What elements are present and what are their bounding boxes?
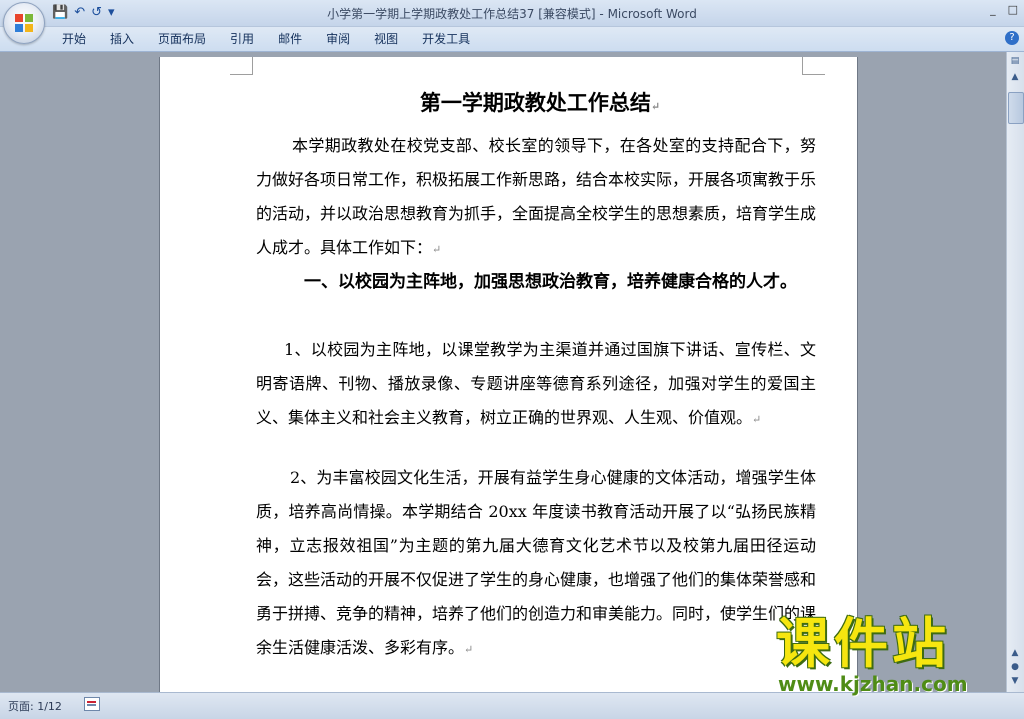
tab-mailings[interactable]: 邮件 bbox=[266, 31, 314, 47]
tab-view[interactable]: 视图 bbox=[362, 31, 410, 47]
paragraph-intro: 本学期政教处在校党支部、校长室的领导下，在各处室的支持配合下，努力做好各项日常工… bbox=[256, 136, 817, 257]
tab-insert[interactable]: 插入 bbox=[98, 31, 146, 47]
vertical-scrollbar[interactable]: ▤ ▲ ▲ ● ▼ bbox=[1006, 52, 1024, 692]
status-bar: 页面: 1/12 bbox=[0, 692, 1024, 719]
prev-page-icon[interactable]: ▲ bbox=[1008, 646, 1022, 660]
document-title: 第一学期政教处工作总结↵ bbox=[419, 90, 661, 115]
watermark: 课件站 www.kjzhan.com bbox=[776, 612, 1006, 697]
watermark-url: www.kjzhan.com bbox=[778, 672, 968, 696]
window-controls: _ □ bbox=[990, 3, 1018, 16]
next-page-icon[interactable]: ▼ bbox=[1008, 674, 1022, 688]
office-logo-icon bbox=[15, 14, 33, 32]
section-heading-1: 一、以校园为主阵地，加强思想政治教育，培养健康合格的人才。 bbox=[304, 272, 797, 292]
office-button[interactable] bbox=[3, 2, 45, 44]
maximize-button[interactable]: □ bbox=[1008, 3, 1018, 16]
page-number-indicator[interactable]: 页面: 1/12 bbox=[8, 698, 62, 714]
tab-home[interactable]: 开始 bbox=[50, 31, 98, 47]
ruler-toggle-icon[interactable]: ▤ bbox=[1008, 54, 1022, 68]
document-area: 第一学期政教处工作总结↵ 本学期政教处在校党支部、校长室的领导下，在各处室的支持… bbox=[0, 52, 1007, 692]
tab-page-layout[interactable]: 页面布局 bbox=[146, 31, 218, 47]
tab-references[interactable]: 引用 bbox=[218, 31, 266, 47]
ribbon-tabs: 开始 插入 页面布局 引用 邮件 审阅 视图 开发工具 ? bbox=[0, 27, 1024, 52]
title-bar: 💾 ↶ ↺ ▾ 小学第一学期上学期政教处工作总结37 [兼容模式] - Micr… bbox=[0, 0, 1024, 44]
crop-mark-top-right bbox=[802, 57, 825, 75]
document-page[interactable]: 第一学期政教处工作总结↵ 本学期政教处在校党支部、校长室的领导下，在各处室的支持… bbox=[159, 57, 858, 692]
scroll-thumb[interactable] bbox=[1008, 92, 1024, 124]
scroll-up-icon[interactable]: ▲ bbox=[1008, 70, 1022, 84]
tab-developer[interactable]: 开发工具 bbox=[410, 31, 482, 47]
watermark-text: 课件站 bbox=[776, 612, 950, 675]
help-icon[interactable]: ? bbox=[1005, 31, 1019, 45]
paragraph-item-2: 2、为丰富校园文化生活，开展有益学生身心健康的文体活动，增强学生体质，培养高尚情… bbox=[256, 468, 817, 657]
window-title: 小学第一学期上学期政教处工作总结37 [兼容模式] - Microsoft Wo… bbox=[327, 7, 697, 21]
crop-mark-top-left bbox=[230, 57, 253, 75]
minimize-button[interactable]: _ bbox=[990, 3, 996, 16]
proofing-icon[interactable] bbox=[84, 697, 100, 711]
paragraph-item-1: 1、以校园为主阵地，以课堂教学为主渠道并通过国旗下讲话、宣传栏、文明寄语牌、刊物… bbox=[256, 340, 816, 427]
tab-review[interactable]: 审阅 bbox=[314, 31, 362, 47]
browse-object-icon[interactable]: ● bbox=[1008, 660, 1022, 674]
